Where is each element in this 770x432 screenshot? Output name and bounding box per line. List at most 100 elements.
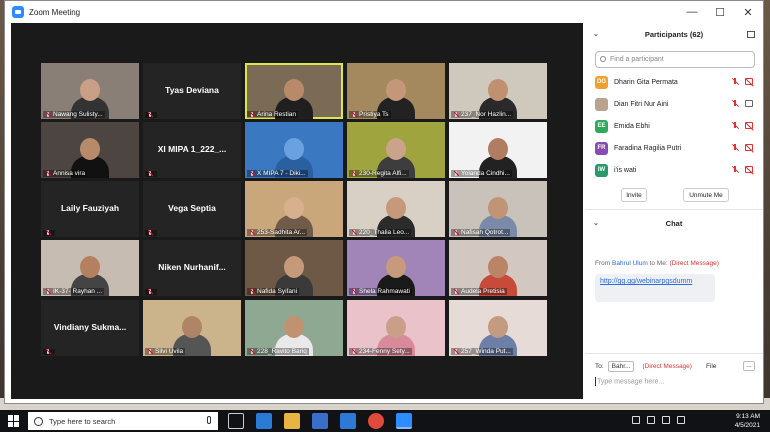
muted-mic-icon bbox=[351, 170, 357, 177]
mic-muted-icon bbox=[731, 78, 739, 85]
chrome-icon[interactable] bbox=[368, 413, 384, 429]
zoom-taskbar-icon[interactable] bbox=[396, 413, 412, 429]
file-explorer-icon[interactable] bbox=[284, 413, 300, 429]
participant-video-tile[interactable]: Pristiya Ts bbox=[347, 63, 445, 119]
panel-divider bbox=[585, 209, 763, 210]
participant-display-name: Vindiany Sukma... bbox=[53, 322, 127, 332]
participant-name: Emida Ebhi bbox=[614, 122, 650, 130]
participant-name-label: 234-Fenny Sety... bbox=[349, 348, 412, 355]
participant-name: 257_Winda Put... bbox=[461, 348, 511, 355]
participant-video-tile[interactable]: Vindiany Sukma... bbox=[41, 300, 139, 356]
participant-row[interactable]: DG Dharin Gita Permata bbox=[595, 73, 755, 91]
muted-mic-icon bbox=[351, 111, 357, 118]
unmute-me-button[interactable]: Unmute Me bbox=[683, 188, 729, 202]
muted-mic-icon bbox=[453, 348, 459, 355]
participant-video-tile[interactable]: 253-Sadhita Ar... bbox=[245, 181, 343, 237]
participant-name: 234-Fenny Sety... bbox=[359, 348, 410, 355]
participant-search-input[interactable]: Find a participant bbox=[595, 51, 755, 68]
participant-name-label bbox=[145, 112, 157, 118]
participant-video-tile[interactable]: Yolanda Cindhi... bbox=[449, 122, 547, 178]
participant-video-tile[interactable]: Niken Nurhanif... bbox=[143, 240, 241, 296]
taskbar-search-input[interactable]: Type here to search bbox=[28, 412, 218, 430]
camera-off-icon bbox=[745, 166, 753, 173]
chevron-down-icon[interactable]: ⌄ bbox=[593, 219, 599, 227]
participant-row[interactable]: FR Faradina Ragilia Putri bbox=[595, 139, 755, 157]
minimize-button[interactable]: — bbox=[677, 1, 707, 23]
participant-video-tile[interactable]: 220_Thalia Leo... bbox=[347, 181, 445, 237]
participants-header: ⌄ Participants (62) bbox=[585, 24, 763, 44]
chevron-down-icon[interactable]: ⌄ bbox=[593, 30, 599, 38]
recipient-select[interactable]: Bahr... bbox=[607, 360, 635, 372]
people-icon[interactable] bbox=[632, 416, 640, 424]
chat-header: ⌄ Chat bbox=[585, 213, 763, 233]
participant-row[interactable]: Dian Fitri Nur Aini bbox=[595, 95, 755, 113]
participant-name-label bbox=[145, 171, 157, 177]
chat-message-input[interactable]: Type message here... bbox=[595, 377, 664, 386]
store-icon[interactable] bbox=[312, 413, 328, 429]
participant-video-tile[interactable]: 230-Regita Alfi... bbox=[347, 122, 445, 178]
participant-video-tile[interactable]: Arina Restian bbox=[245, 63, 343, 119]
participant-video-tile[interactable]: 234-Fenny Sety... bbox=[347, 300, 445, 356]
participant-name-label: IK-37- Rayhan ... bbox=[43, 288, 105, 295]
participant-video-tile[interactable]: IK-37- Rayhan ... bbox=[41, 240, 139, 296]
avatar: FR bbox=[595, 141, 608, 155]
participant-video-tile[interactable]: Laily Fauziyah bbox=[41, 181, 139, 237]
maximize-button[interactable]: ☐ bbox=[705, 1, 735, 23]
chat-message-link[interactable]: http://gg.gg/webinarpgsdumm bbox=[595, 274, 715, 302]
edge-icon[interactable] bbox=[256, 413, 272, 429]
more-button[interactable]: ... bbox=[743, 361, 755, 371]
participant-name: 228_Ravito Bariq bbox=[257, 348, 307, 355]
task-view-icon[interactable] bbox=[228, 413, 244, 429]
network-icon[interactable] bbox=[647, 416, 655, 424]
participant-video-tile[interactable]: 228_Ravito Bariq bbox=[245, 300, 343, 356]
participant-name-label: Shela Rahmawati bbox=[349, 288, 412, 295]
muted-mic-icon bbox=[249, 111, 255, 118]
video-gallery: Nawang Sulisty... Tyas Deviana Arina Resti… bbox=[11, 23, 583, 399]
muted-mic-icon bbox=[351, 348, 357, 355]
windows-start-icon[interactable] bbox=[8, 415, 20, 427]
participant-name: Nafida Syifani bbox=[257, 288, 298, 295]
participant-video-tile[interactable]: Nafisah Qotrot... bbox=[449, 181, 547, 237]
participant-video-tile[interactable]: Nawang Sulisty... bbox=[41, 63, 139, 119]
participant-name: Pristiya Ts bbox=[359, 111, 389, 118]
invite-button[interactable]: Invite bbox=[621, 188, 647, 202]
close-button[interactable]: ✕ bbox=[733, 1, 763, 23]
participant-name-label: Annisa vira bbox=[43, 170, 88, 177]
participant-video-tile[interactable]: X MIPA 7 - Diki... bbox=[245, 122, 343, 178]
participant-video-tile[interactable]: Tyas Deviana bbox=[143, 63, 241, 119]
popout-icon[interactable] bbox=[747, 30, 755, 38]
clock[interactable]: 9:13 AM 4/5/2021 bbox=[735, 412, 760, 430]
volume-icon[interactable] bbox=[662, 416, 670, 424]
participant-name: 230-Regita Alfi... bbox=[359, 170, 407, 177]
muted-mic-icon bbox=[453, 111, 459, 118]
participant-video-tile[interactable]: XI MIPA 1_222_... bbox=[143, 122, 241, 178]
muted-mic-icon bbox=[45, 111, 51, 118]
participant-video-tile[interactable]: Nafida Syifani bbox=[245, 240, 343, 296]
participant-name-label: Silvi Uvila bbox=[145, 348, 186, 355]
participant-video-tile[interactable]: Silvi Uvila bbox=[143, 300, 241, 356]
participant-video-tile[interactable]: Annisa vira bbox=[41, 122, 139, 178]
muted-mic-icon bbox=[351, 288, 357, 295]
system-tray bbox=[632, 416, 685, 424]
muted-mic-icon bbox=[249, 229, 255, 236]
keyboard-icon[interactable] bbox=[677, 416, 685, 424]
chat-message-sender: From Bahrul Ulum to Me: (Direct Message) bbox=[595, 260, 719, 267]
side-panel: ⌄ Participants (62) Find a participant D… bbox=[585, 23, 763, 403]
participant-display-name: Vega Septia bbox=[168, 203, 216, 213]
participant-row[interactable]: EE Emida Ebhi bbox=[595, 117, 755, 135]
participant-row[interactable]: IW i'is wati bbox=[595, 161, 755, 179]
camera-icon bbox=[745, 100, 753, 107]
participant-name: Faradina Ragilia Putri bbox=[614, 144, 682, 152]
participant-video-tile[interactable]: 237_Nor Hazlin... bbox=[449, 63, 547, 119]
participant-video-tile[interactable]: 257_Winda Put... bbox=[449, 300, 547, 356]
sender-name[interactable]: Bahrul Ulum bbox=[612, 260, 648, 267]
file-button[interactable]: File bbox=[706, 363, 716, 370]
muted-mic-icon bbox=[351, 229, 357, 236]
participant-video-tile[interactable]: Shela Rahmawati bbox=[347, 240, 445, 296]
participant-video-tile[interactable]: Vega Septia bbox=[143, 181, 241, 237]
mail-icon[interactable] bbox=[340, 413, 356, 429]
participant-name-label: 228_Ravito Bariq bbox=[247, 348, 309, 355]
clock-time: 9:13 AM bbox=[736, 413, 760, 420]
microphone-icon[interactable] bbox=[207, 416, 211, 424]
participant-video-tile[interactable]: Audela Pretisia bbox=[449, 240, 547, 296]
